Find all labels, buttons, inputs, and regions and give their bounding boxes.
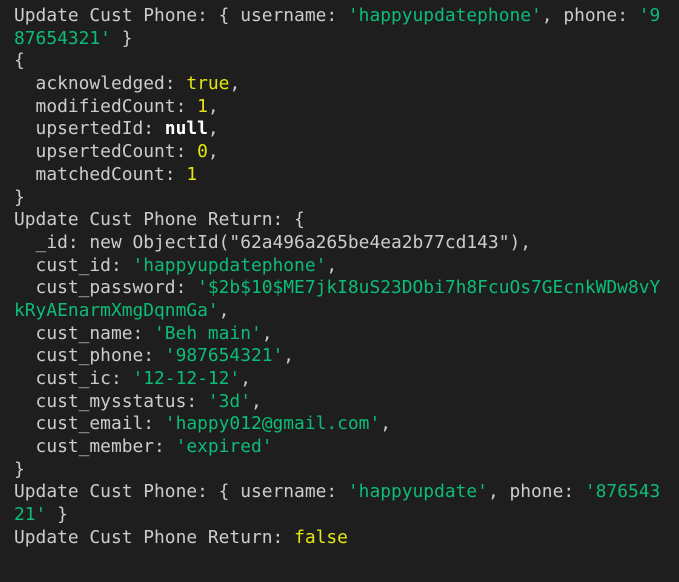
text: cust_mysstatus: — [14, 390, 208, 412]
terminal-line: } — [14, 187, 660, 210]
terminal-line: 21' } — [14, 504, 660, 527]
text: , — [229, 73, 241, 95]
text: acknowledged: — [14, 73, 187, 95]
text: , — [207, 95, 219, 117]
string-value: 'happyupdatephone' — [347, 5, 542, 26]
text: Update Cust Phone: { username: — [14, 481, 348, 503]
string-value: '987654321' — [164, 345, 284, 367]
text: modifiedCount: — [14, 95, 198, 117]
boolean-value: false — [294, 526, 348, 548]
number-value: 1 — [197, 95, 208, 117]
text: , phone: — [487, 481, 585, 503]
terminal-line: { — [14, 50, 660, 73]
string-value: kRyAEnarmXmgDqnmGa' — [14, 299, 219, 321]
null-value: null — [164, 118, 208, 140]
text: } — [14, 458, 25, 480]
text: cust_id: — [14, 254, 133, 276]
string-value: 'happyupdatephone' — [132, 254, 327, 276]
terminal-line: cust_password: '$2b$10$ME7jkI8uS23DObi7h… — [14, 277, 661, 300]
text: Update Cust Phone Return: — [14, 526, 295, 548]
string-value: '12-12-12' — [132, 368, 241, 389]
terminal-line: Update Cust Phone: { username: 'happyupd… — [14, 481, 660, 504]
text: cust_name: — [14, 322, 155, 344]
terminal-line: cust_id: 'happyupdatephone', — [14, 255, 660, 278]
text: } — [14, 186, 25, 208]
text: { — [14, 50, 25, 72]
text: , — [380, 413, 391, 435]
text: upsertedCount: — [14, 141, 198, 163]
terminal-line: 87654321' } — [14, 28, 660, 51]
string-value: '876543 — [584, 481, 661, 503]
terminal-line: upsertedId: null, — [14, 118, 660, 141]
text: , — [207, 118, 219, 140]
text: cust_phone: — [14, 345, 165, 367]
terminal-line: cust_mysstatus: '3d', — [14, 391, 660, 414]
text: , — [261, 322, 273, 344]
terminal-line: cust_email: 'happy012@gmail.com', — [14, 413, 660, 436]
text: , — [240, 368, 251, 389]
string-value: 87654321' — [14, 27, 111, 49]
string-value: 'happyupdate' — [347, 481, 488, 503]
terminal-line: Update Cust Phone: { username: 'happyupd… — [14, 5, 660, 28]
terminal-line: kRyAEnarmXmgDqnmGa', — [14, 300, 660, 323]
string-value: 'expired' — [175, 436, 273, 458]
text: cust_member: — [14, 436, 176, 458]
text: Update Cust Phone Return: { — [14, 209, 305, 231]
text: upsertedId: — [14, 118, 165, 140]
boolean-value: true — [186, 73, 230, 95]
terminal-line: Update Cust Phone Return: { — [14, 209, 660, 232]
text: , — [283, 345, 295, 367]
text: } — [110, 27, 133, 49]
text: } — [46, 504, 68, 526]
terminal-line: cust_phone: '987654321', — [14, 345, 660, 368]
text: , — [218, 299, 230, 321]
text: _id: new ObjectId("62a496a265be4ea2b77cd… — [14, 231, 532, 253]
string-value: 'happy012@gmail.com' — [164, 413, 381, 435]
text: , — [326, 254, 338, 276]
text: cust_password: — [14, 277, 198, 299]
terminal-line: Update Cust Phone Return: false — [14, 527, 660, 550]
text: cust_email: — [14, 413, 165, 435]
terminal-line: _id: new ObjectId("62a496a265be4ea2b77cd… — [14, 232, 660, 255]
string-value: 'Beh main' — [154, 322, 262, 344]
terminal-line: cust_member: 'expired' — [14, 436, 660, 459]
terminal-line: } — [14, 459, 660, 482]
terminal-line: acknowledged: true, — [14, 73, 660, 96]
text: , — [250, 390, 262, 412]
terminal-output: Update Cust Phone: { username: 'happyupd… — [14, 5, 660, 550]
text: matchedCount: — [14, 163, 187, 185]
number-value: 1 — [186, 163, 198, 185]
text: cust_ic: — [14, 368, 133, 389]
string-value: 21' — [14, 504, 47, 526]
text: Update Cust Phone: { username: — [14, 5, 348, 26]
number-value: 0 — [197, 141, 208, 163]
terminal-line: cust_ic: '12-12-12', — [14, 368, 660, 391]
text: , phone: — [541, 5, 639, 26]
string-value: '3d' — [207, 390, 251, 412]
terminal-line: modifiedCount: 1, — [14, 96, 660, 119]
terminal-line: cust_name: 'Beh main', — [14, 323, 660, 346]
terminal-line: matchedCount: 1 — [14, 164, 660, 187]
string-value: '$2b$10$ME7jkI8uS23DObi7h8FcuOs7GEcnkWDw… — [197, 277, 661, 299]
terminal-line: upsertedCount: 0, — [14, 141, 660, 164]
string-value: '9 — [638, 5, 661, 26]
text: , — [207, 141, 219, 163]
